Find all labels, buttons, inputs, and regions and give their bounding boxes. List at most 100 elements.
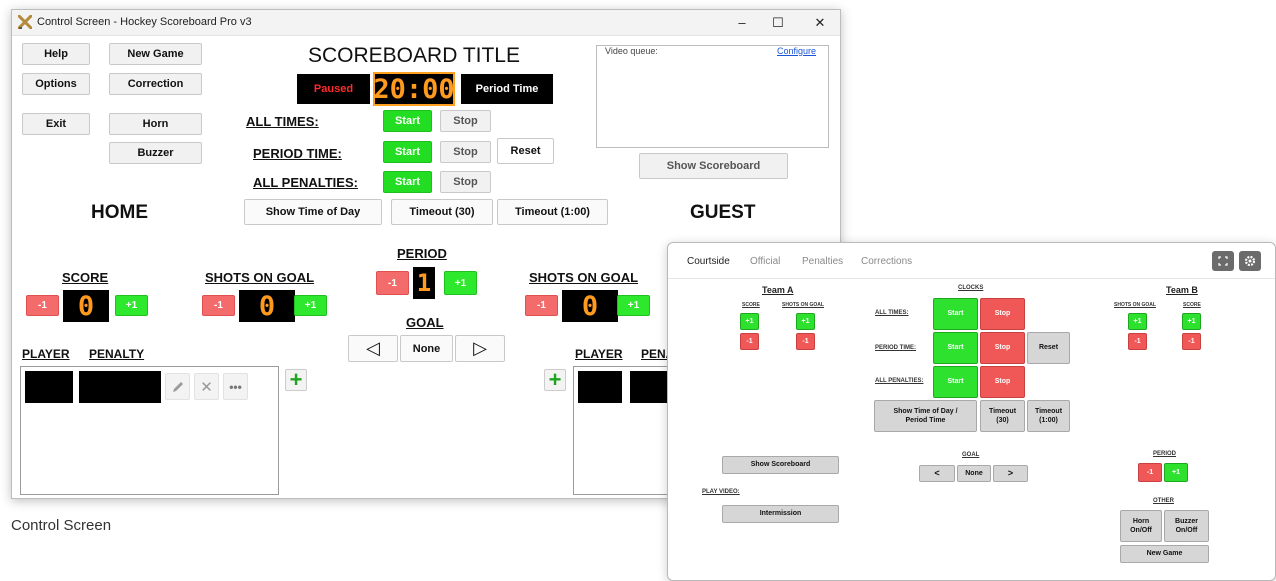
team-a-score-label: SCORE: [742, 302, 760, 308]
show-time-of-day-button[interactable]: Show Time of Day: [244, 199, 382, 225]
horn-button[interactable]: Horn: [109, 113, 202, 135]
minimize-button[interactable]: –: [728, 12, 756, 34]
team-a-score-minus-button[interactable]: -1: [740, 333, 759, 350]
more-icon[interactable]: •••: [223, 373, 248, 400]
panel-timeout-30-line2: (30): [996, 417, 1009, 424]
delete-icon[interactable]: ✕: [194, 373, 219, 400]
play-video-label: PLAY VIDEO:: [702, 489, 740, 495]
tab-corrections[interactable]: Corrections: [861, 256, 912, 267]
exit-button[interactable]: Exit: [22, 113, 90, 135]
maximize-button[interactable]: ☐: [764, 12, 792, 34]
timeout-100-button[interactable]: Timeout (1:00): [497, 199, 608, 225]
home-add-penalty-button[interactable]: +: [285, 367, 307, 392]
period-minus-button[interactable]: -1: [376, 271, 409, 295]
all-penalties-start-button[interactable]: Start: [383, 171, 432, 193]
panel-show-scoreboard-button[interactable]: Show Scoreboard: [722, 456, 839, 474]
tab-courtside[interactable]: Courtside: [687, 256, 730, 267]
all-times-stop-button[interactable]: Stop: [440, 110, 491, 132]
gear-icon[interactable]: [1239, 251, 1261, 271]
team-b-shots-label: SHOTS ON GOAL: [1114, 302, 1156, 308]
panel-period-time-start-button[interactable]: Start: [933, 332, 978, 364]
period-plus-button[interactable]: +1: [444, 271, 477, 295]
panel-goal-none-button[interactable]: None: [957, 465, 991, 482]
home-shots-minus-button[interactable]: -1: [202, 295, 235, 316]
period-time-start-button[interactable]: Start: [383, 141, 432, 163]
panel-all-times-stop-button[interactable]: Stop: [980, 298, 1025, 330]
guest-shots-label: SHOTS ON GOAL: [529, 270, 639, 285]
panel-period-time-stop-button[interactable]: Stop: [980, 332, 1025, 364]
fullscreen-icon[interactable]: [1212, 251, 1234, 271]
configure-link[interactable]: Configure: [777, 46, 816, 56]
team-b-score-plus-button[interactable]: +1: [1182, 313, 1201, 330]
goal-left-button[interactable]: ◁: [348, 335, 398, 362]
help-button[interactable]: Help: [22, 43, 90, 65]
tab-official[interactable]: Official: [750, 256, 780, 267]
title-bar: Control Screen - Hockey Scoreboard Pro v…: [12, 10, 840, 36]
panel-period-plus-button[interactable]: +1: [1164, 463, 1188, 482]
panel-timeout-100-button[interactable]: Timeout (1:00): [1027, 400, 1070, 432]
correction-button[interactable]: Correction: [109, 73, 202, 95]
video-queue-box[interactable]: [596, 45, 829, 148]
close-button[interactable]: ✕: [806, 12, 834, 34]
guest-shots-minus-button[interactable]: -1: [525, 295, 558, 316]
all-times-label: ALL TIMES:: [246, 114, 319, 129]
home-score-plus-button[interactable]: +1: [115, 295, 148, 316]
new-game-button[interactable]: New Game: [109, 43, 202, 65]
period-time-reset-button[interactable]: Reset: [497, 138, 554, 164]
team-b-shots-plus-button[interactable]: +1: [1128, 313, 1147, 330]
app-icon: [18, 15, 32, 29]
team-a-shots-plus-button[interactable]: +1: [796, 313, 815, 330]
panel-period-minus-button[interactable]: -1: [1138, 463, 1162, 482]
home-penalty-time-field[interactable]: [79, 371, 161, 403]
options-button[interactable]: Options: [22, 73, 90, 95]
home-score-minus-button[interactable]: -1: [26, 295, 59, 316]
guest-penalty-player-field[interactable]: [578, 371, 622, 403]
panel-all-penalties-stop-button[interactable]: Stop: [980, 366, 1025, 398]
panel-all-times-start-button[interactable]: Start: [933, 298, 978, 330]
buzzer-toggle-line2: On/Off: [1175, 527, 1198, 534]
panel-new-game-button[interactable]: New Game: [1120, 545, 1209, 563]
guest-shots-display: 0: [562, 290, 618, 322]
home-penalty-player-field[interactable]: [25, 371, 73, 403]
horn-toggle-line2: On/Off: [1130, 527, 1152, 534]
goal-right-button[interactable]: ▷: [455, 335, 505, 362]
period-time-stop-button[interactable]: Stop: [440, 141, 491, 163]
panel-goal-left-button[interactable]: <: [919, 465, 955, 482]
home-shots-plus-button[interactable]: +1: [294, 295, 327, 316]
team-b-title: Team B: [1166, 285, 1198, 295]
clock-mode: Period Time: [461, 74, 553, 104]
all-times-start-button[interactable]: Start: [383, 110, 432, 132]
guest-add-penalty-button[interactable]: +: [544, 367, 566, 392]
buzzer-toggle-button[interactable]: Buzzer On/Off: [1164, 510, 1209, 542]
panel-show-time-line1: Show Time of Day /: [893, 407, 958, 415]
all-penalties-stop-button[interactable]: Stop: [440, 171, 491, 193]
panel-all-penalties-start-button[interactable]: Start: [933, 366, 978, 398]
panel-timeout-100-line2: (1:00): [1039, 417, 1058, 424]
panel-timeout-30-button[interactable]: Timeout (30): [980, 400, 1025, 432]
buzzer-button[interactable]: Buzzer: [109, 142, 202, 164]
panel-all-penalties-label: ALL PENALTIES:: [875, 378, 924, 384]
panel-period-title: PERIOD: [1153, 451, 1177, 457]
show-scoreboard-button[interactable]: Show Scoreboard: [639, 153, 788, 179]
tab-penalties[interactable]: Penalties: [802, 256, 843, 267]
horn-toggle-button[interactable]: Horn On/Off: [1120, 510, 1162, 542]
team-a-shots-minus-button[interactable]: -1: [796, 333, 815, 350]
clocks-title: CLOCKS: [958, 285, 984, 291]
timeout-30-button[interactable]: Timeout (30): [391, 199, 493, 225]
guest-shots-plus-button[interactable]: +1: [617, 295, 650, 316]
team-a-score-plus-button[interactable]: +1: [740, 313, 759, 330]
home-shots-display: 0: [239, 290, 295, 322]
goal-none-button[interactable]: None: [400, 335, 453, 362]
team-b-shots-minus-button[interactable]: -1: [1128, 333, 1147, 350]
panel-show-time-button[interactable]: Show Time of Day / Period Time: [874, 400, 977, 432]
panel-period-time-reset-button[interactable]: Reset: [1027, 332, 1070, 364]
intermission-button[interactable]: Intermission: [722, 505, 839, 523]
home-score-label: SCORE: [62, 270, 109, 285]
edit-icon[interactable]: [165, 373, 190, 400]
panel-goal-right-button[interactable]: >: [993, 465, 1028, 482]
home-player-header: PLAYER: [22, 347, 70, 361]
buzzer-toggle-line1: Buzzer: [1175, 517, 1198, 525]
home-penalty-list[interactable]: ✕ •••: [20, 366, 279, 495]
team-b-score-minus-button[interactable]: -1: [1182, 333, 1201, 350]
panel-show-time-line2: Period Time: [905, 417, 946, 424]
